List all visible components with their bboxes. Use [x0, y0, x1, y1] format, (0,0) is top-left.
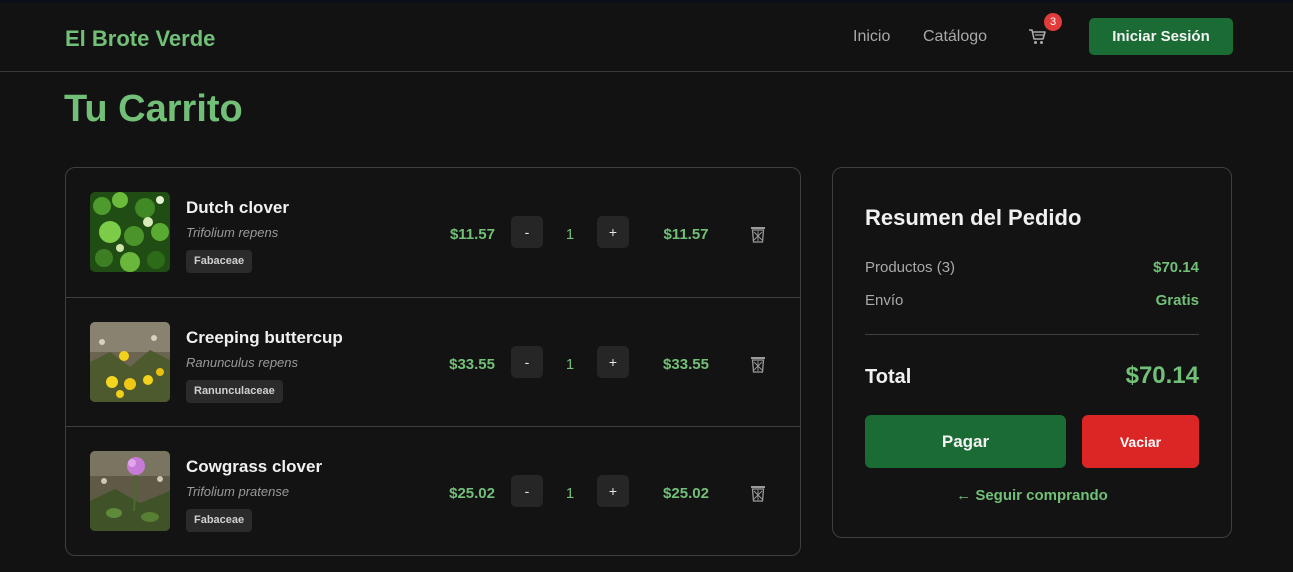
item-name[interactable]: Cowgrass clover — [186, 457, 322, 477]
products-label: Productos (3) — [865, 259, 956, 276]
site-header: El Brote Verde Inicio Catálogo 3 Iniciar… — [0, 3, 1293, 72]
item-name[interactable]: Creeping buttercup — [186, 328, 343, 348]
login-button[interactable]: Iniciar Sesión — [1089, 18, 1233, 55]
summary-title: Resumen del Pedido — [865, 205, 1082, 230]
item-line-total: $25.02 — [663, 485, 709, 502]
decrease-quantity-button[interactable]: - — [511, 475, 543, 507]
decrease-quantity-button[interactable]: - — [511, 346, 543, 378]
item-family-badge: Fabaceae — [186, 250, 253, 273]
item-scientific-name: Trifolium pratense — [186, 484, 290, 499]
trash-icon[interactable] — [750, 225, 766, 243]
red-clover-photo — [90, 451, 170, 531]
item-quantity: 1 — [565, 485, 575, 502]
buttercup-photo — [90, 322, 170, 402]
cart-item: Dutch clover Trifolium repens Fabaceae $… — [66, 168, 800, 297]
increase-quantity-button[interactable]: + — [597, 346, 629, 378]
page-title: Tu Carrito — [64, 88, 243, 130]
increase-quantity-button[interactable]: + — [597, 216, 629, 248]
item-unit-price: $33.55 — [449, 356, 495, 373]
cart-item: Creeping buttercup Ranunculus repens Ran… — [66, 297, 800, 426]
shopping-cart-icon[interactable] — [1028, 27, 1048, 47]
pay-button[interactable]: Pagar — [865, 415, 1066, 468]
clover-photo — [90, 192, 170, 272]
item-unit-price: $25.02 — [449, 485, 495, 502]
item-scientific-name: Trifolium repens — [186, 225, 279, 240]
trash-icon[interactable] — [750, 484, 766, 502]
cart-items-list: Dutch clover Trifolium repens Fabaceae $… — [65, 167, 801, 556]
cart-item: Cowgrass clover Trifolium pratense Fabac… — [66, 426, 800, 555]
order-summary: Resumen del Pedido Productos (3) $70.14 … — [832, 167, 1232, 538]
products-value: $70.14 — [1153, 259, 1199, 276]
shipping-value: Gratis — [1155, 292, 1199, 309]
summary-divider — [865, 334, 1199, 335]
empty-cart-button[interactable]: Vaciar — [1082, 415, 1199, 468]
item-quantity: 1 — [565, 226, 575, 243]
total-value: $70.14 — [1125, 362, 1199, 389]
nav-catalogo[interactable]: Catálogo — [923, 28, 987, 46]
shipping-label: Envío — [865, 292, 904, 309]
item-name[interactable]: Dutch clover — [186, 198, 289, 218]
nav-inicio[interactable]: Inicio — [853, 28, 890, 46]
decrease-quantity-button[interactable]: - — [511, 216, 543, 248]
brand-logo[interactable]: El Brote Verde — [65, 26, 215, 52]
total-label: Total — [865, 366, 912, 388]
increase-quantity-button[interactable]: + — [597, 475, 629, 507]
item-line-total: $33.55 — [663, 356, 709, 373]
trash-icon[interactable] — [750, 355, 766, 373]
cart-count-badge: 3 — [1044, 13, 1062, 31]
continue-shopping-link[interactable]: ← Seguir comprando — [833, 487, 1231, 504]
item-quantity: 1 — [565, 356, 575, 373]
item-line-total: $11.57 — [663, 226, 709, 243]
item-family-badge: Ranunculaceae — [186, 380, 283, 403]
item-scientific-name: Ranunculus repens — [186, 355, 299, 370]
item-unit-price: $11.57 — [449, 226, 495, 243]
item-family-badge: Fabaceae — [186, 509, 253, 532]
